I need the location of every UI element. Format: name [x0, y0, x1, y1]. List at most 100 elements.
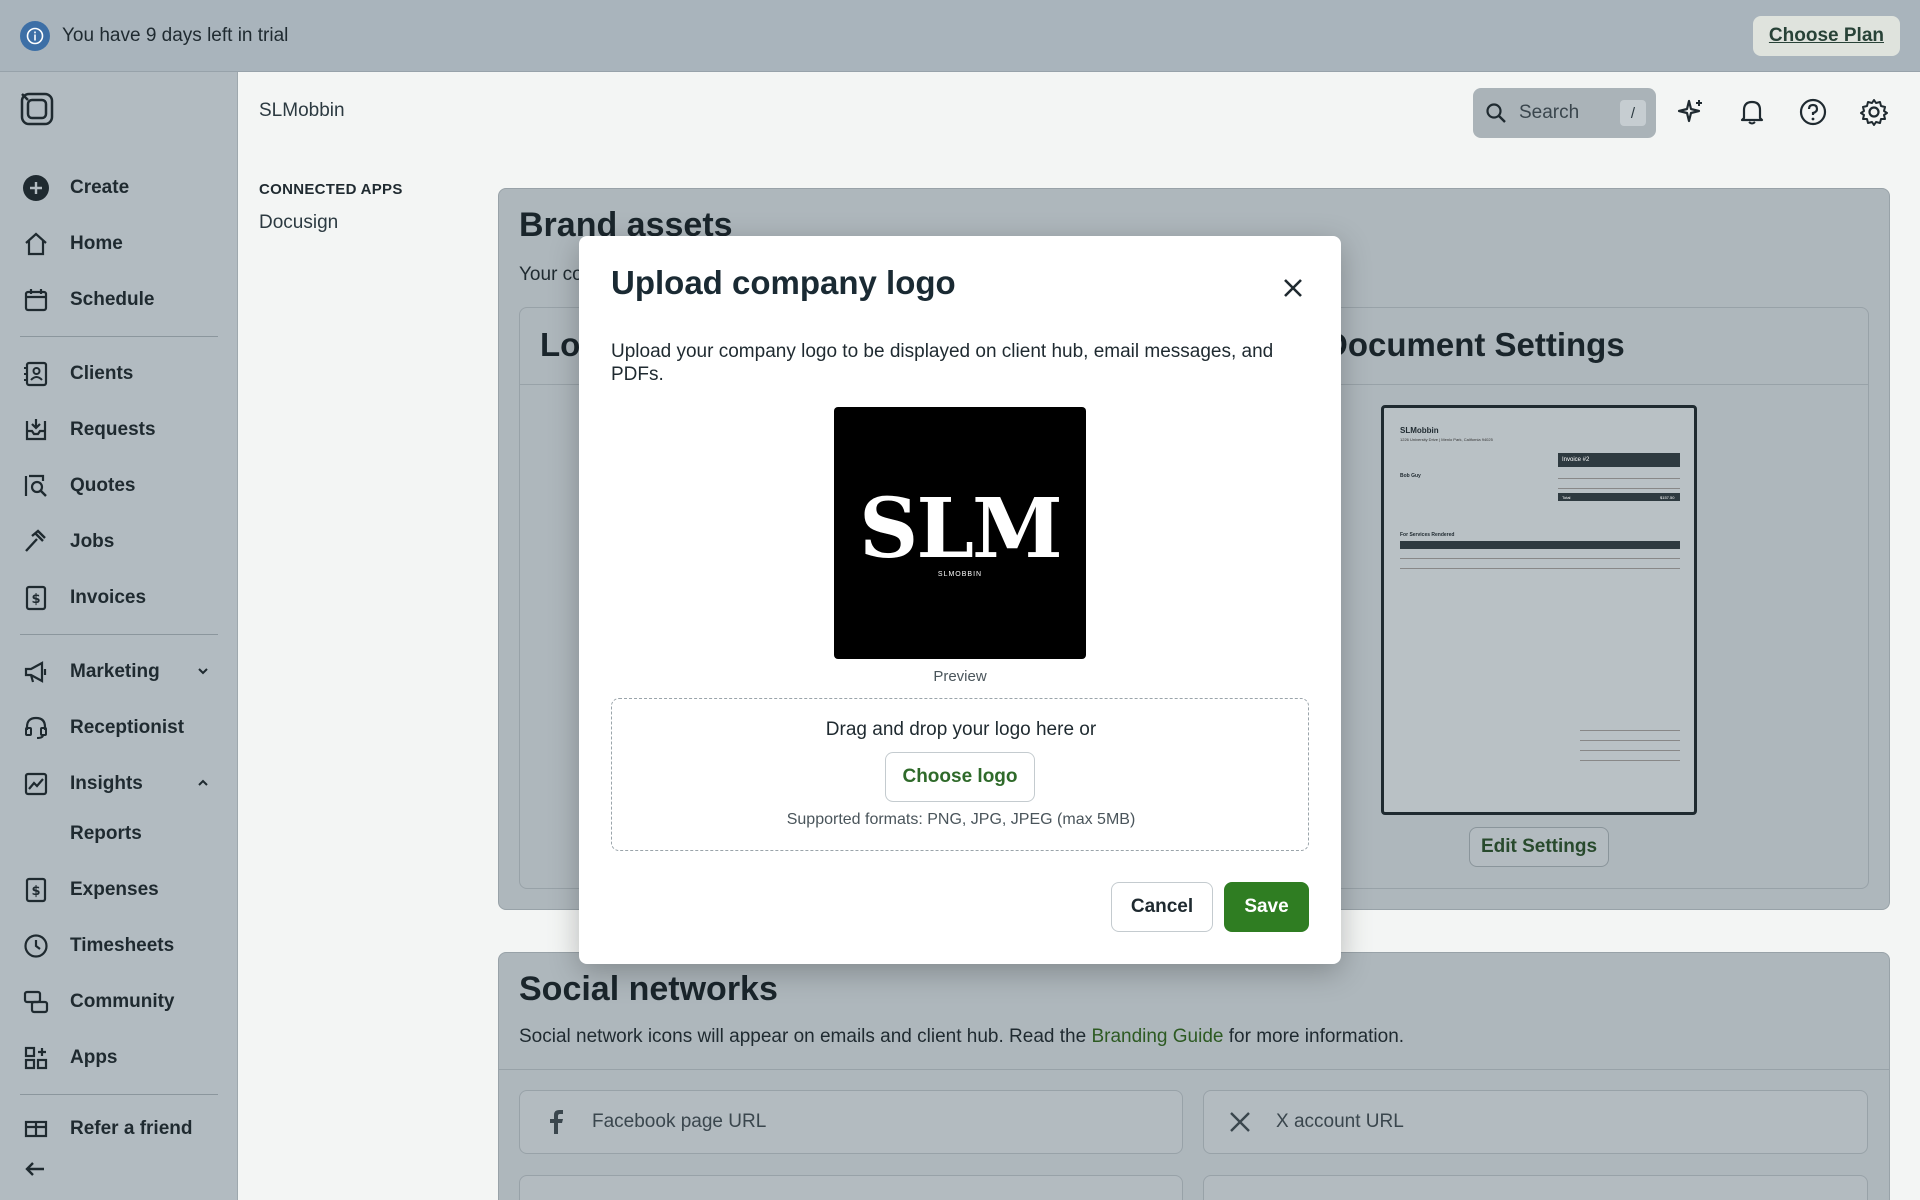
sidebar-item-label: Schedule — [70, 289, 155, 310]
gear-icon[interactable] — [1858, 96, 1890, 128]
sidebar-item-jobs[interactable]: Jobs — [0, 520, 237, 564]
sidebar-item-create[interactable]: Create — [0, 166, 237, 210]
search-shortcut: / — [1620, 100, 1646, 126]
divider — [1400, 568, 1680, 569]
sidebar-item-label: Marketing — [70, 661, 160, 682]
sidebar-item-label: Create — [70, 177, 130, 198]
divider — [1580, 750, 1680, 751]
sidebar-item-clients[interactable]: Clients — [0, 352, 237, 396]
sidebar-item-requests[interactable]: Requests — [0, 408, 237, 452]
sidebar-item-label: Timesheets — [70, 935, 175, 956]
divider — [1558, 478, 1680, 479]
sidebar-item-apps[interactable]: Apps — [0, 1036, 237, 1080]
sidebar-item-expenses[interactable]: $ Expenses — [0, 868, 237, 912]
dropzone-text: Drag and drop your logo here or — [825, 719, 1097, 740]
cancel-button[interactable]: Cancel — [1111, 882, 1213, 932]
invoice-table-header — [1400, 541, 1680, 549]
section-heading: CONNECTED APPS — [259, 181, 403, 198]
plus-circle-icon — [22, 174, 50, 202]
sidebar-item-quotes[interactable]: Quotes — [0, 464, 237, 508]
search-input[interactable]: Search / — [1473, 88, 1656, 138]
supported-formats-text: Supported formats: PNG, JPG, JPEG (max 5… — [786, 811, 1136, 828]
modal-description: Upload your company logo to be displayed… — [611, 341, 1274, 385]
instagram-url-field[interactable] — [519, 1175, 1183, 1200]
sidebar-item-refer-a-friend[interactable]: Refer a friend — [0, 1112, 237, 1138]
linkedin-url-field[interactable] — [1203, 1175, 1868, 1200]
invoice-preview: SLMobbin 1226 University Drive | Menlo P… — [1381, 405, 1697, 815]
document-settings-title: Document Settings — [1324, 326, 1625, 363]
collapse-sidebar-icon[interactable] — [22, 1156, 48, 1182]
x-url-placeholder: X account URL — [1276, 1111, 1404, 1132]
sidebar-item-insights[interactable]: Insights — [0, 762, 237, 806]
sparkle-icon[interactable] — [1675, 96, 1707, 128]
sidebar-item-home[interactable]: Home — [0, 222, 237, 266]
divider — [20, 336, 218, 337]
logo-preview-image: SLM SLMOBBIN — [834, 407, 1086, 659]
quote-search-icon — [22, 472, 50, 500]
sidebar-item-invoices[interactable]: $ Invoices — [0, 576, 237, 620]
social-networks-title: Social networks — [519, 970, 778, 1008]
modal-title: Upload company logo — [611, 264, 956, 301]
sidebar-item-marketing[interactable]: Marketing — [0, 650, 237, 694]
divider — [20, 1094, 218, 1095]
upload-logo-modal: Upload company logo Upload your company … — [579, 236, 1341, 964]
logo-dropzone[interactable]: Drag and drop your logo here or Choose l… — [611, 698, 1309, 851]
help-icon[interactable] — [1797, 96, 1829, 128]
divider — [1400, 558, 1680, 559]
headset-icon — [22, 714, 50, 742]
svg-text:$: $ — [31, 884, 40, 899]
bell-icon[interactable] — [1736, 96, 1768, 128]
x-url-field[interactable]: X account URL — [1203, 1090, 1868, 1154]
calendar-icon — [22, 286, 50, 314]
invoice-address-text: 1226 University Drive | Menlo Park, Cali… — [1400, 437, 1493, 442]
inbox-icon — [22, 416, 50, 444]
subnav-item-docusign[interactable]: Docusign — [259, 212, 338, 234]
sidebar-item-label: Jobs — [70, 531, 115, 552]
sidebar-item-label: Quotes — [70, 475, 136, 496]
svg-text:$: $ — [31, 592, 40, 607]
facebook-icon — [542, 1110, 570, 1134]
chart-icon — [22, 770, 50, 798]
invoice-dollar-icon: $ — [22, 584, 50, 612]
close-icon[interactable] — [1277, 272, 1309, 304]
logo-subtext: SLMOBBIN — [937, 570, 983, 578]
chevron-up-icon[interactable] — [196, 776, 210, 790]
divider — [1580, 730, 1680, 731]
sidebar: Create Home Schedule Clients Requests Qu… — [0, 72, 238, 1200]
divider — [1580, 760, 1680, 761]
choose-logo-button[interactable]: Choose logo — [885, 752, 1035, 802]
edit-settings-button[interactable]: Edit Settings — [1469, 827, 1609, 867]
choose-plan-button[interactable]: Choose Plan — [1752, 16, 1900, 56]
brand-assets-subtitle: Your co — [519, 264, 583, 285]
sidebar-item-label: Community — [70, 991, 175, 1012]
branding-guide-link[interactable]: Branding Guide — [1091, 1026, 1223, 1047]
logo-card-title: Lo — [540, 326, 581, 363]
divider — [1580, 740, 1680, 741]
hammer-icon — [22, 528, 50, 556]
x-icon — [1226, 1111, 1254, 1133]
community-icon — [22, 988, 50, 1016]
sidebar-item-timesheets[interactable]: Timesheets — [0, 924, 237, 968]
sidebar-item-community[interactable]: Community — [0, 980, 237, 1024]
apps-grid-icon — [22, 1044, 50, 1072]
invoice-recipient: Bob Guy — [1400, 473, 1421, 479]
clock-icon — [22, 932, 50, 960]
sidebar-item-schedule[interactable]: Schedule — [0, 278, 237, 322]
save-button[interactable]: Save — [1224, 882, 1309, 932]
sidebar-item-receptionist[interactable]: Receptionist — [0, 706, 237, 750]
invoice-number: Invoice #2 — [1562, 457, 1590, 463]
invoice-total-label: Total — [1562, 495, 1571, 500]
home-icon — [22, 230, 50, 258]
sidebar-item-label: Expenses — [70, 879, 159, 900]
info-icon — [20, 20, 50, 51]
facebook-url-field[interactable]: Facebook page URL — [519, 1090, 1183, 1154]
sidebar-subitem-reports[interactable]: Reports — [70, 823, 142, 845]
preview-label: Preview — [933, 668, 987, 685]
sidebar-item-label: Receptionist — [70, 717, 185, 738]
divider — [1558, 488, 1680, 489]
app-logo-icon[interactable] — [20, 92, 54, 126]
social-desc-text: Social network icons will appear on emai… — [519, 1026, 1087, 1047]
trial-message: You have 9 days left in trial — [62, 24, 289, 46]
chevron-down-icon[interactable] — [196, 664, 210, 678]
sidebar-item-label: Requests — [70, 419, 156, 440]
